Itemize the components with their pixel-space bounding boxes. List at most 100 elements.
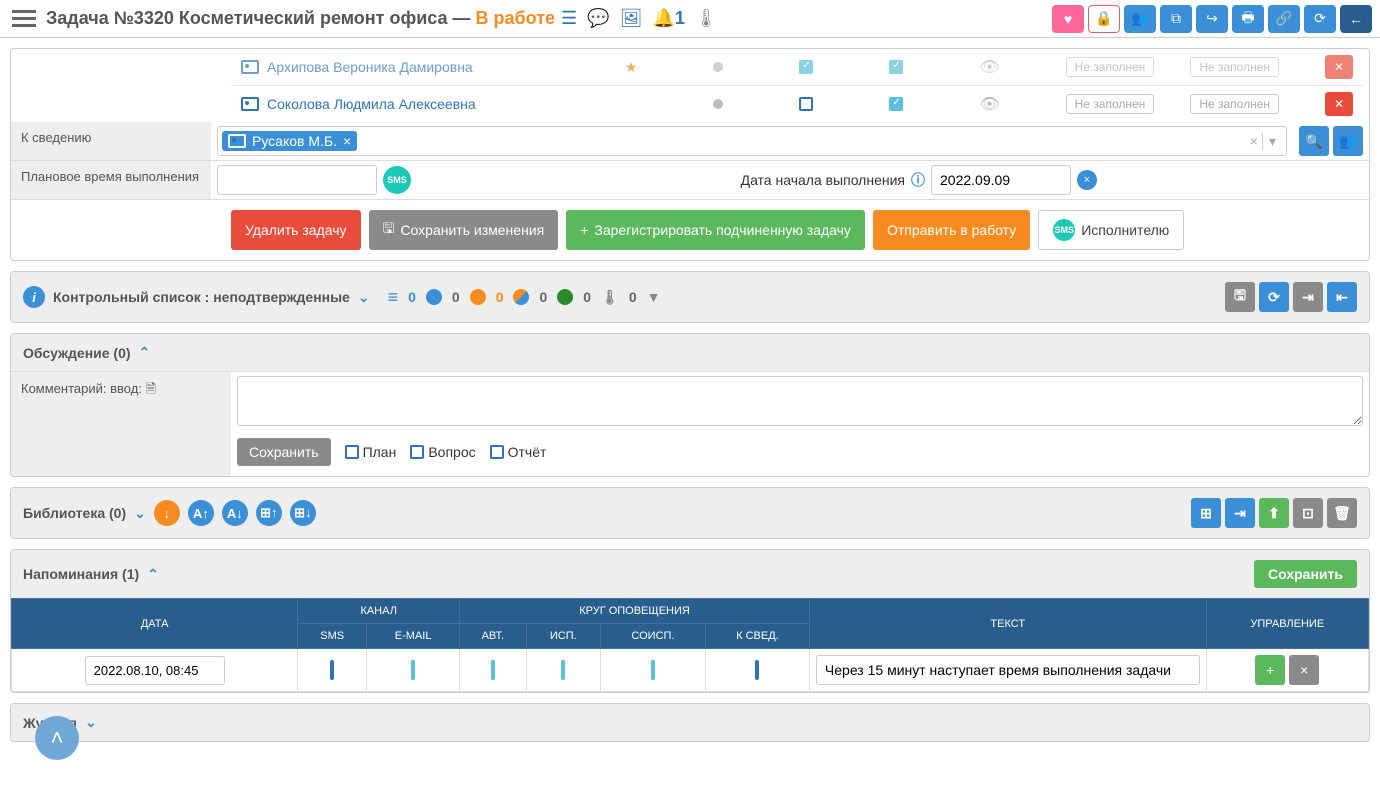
checkbox[interactable] [889,97,903,111]
lib-icon-grid[interactable]: ⊞↑ [256,500,282,526]
question-checkbox[interactable]: Вопрос [410,444,475,460]
trash-button[interactable]: 🗑 [1327,498,1357,528]
plan-time-input[interactable] [217,165,377,195]
plan-checkbox[interactable]: План [345,444,397,460]
register-subtask-label: Зарегистрировать подчиненную задачу [594,222,851,238]
report-checkbox[interactable]: Отчёт [490,444,547,460]
chevron-up-icon[interactable]: ⌃ [139,344,151,361]
chip-remove-icon[interactable]: × [343,133,351,149]
th-circle: КРУГ ОПОВЕЩЕНИЯ [460,599,810,624]
person-row: Архипова Вероника Дамировна ★ 👁 Не запол… [231,49,1363,85]
chevron-down-icon[interactable]: ⌄ [134,505,146,522]
delete-task-button[interactable]: Удалить задачу [231,210,361,250]
library-header: Библиотека (0) ⌄ ↓ A↑ A↓ ⊞↑ ⊞↓ ⊞ ⇥ ⬆ ⊡ 🗑 [11,488,1369,538]
thermometer-icon[interactable]: 🌡 [695,8,718,29]
chevron-down-icon[interactable]: ⌄ [85,714,97,731]
page-title: Задача №3320 Косметический ремонт офиса … [46,8,555,29]
sms-icon[interactable]: SMS [383,166,411,194]
lock-button[interactable]: 🔒 [1088,5,1120,33]
checkbox[interactable] [799,60,813,74]
import-checklist-button[interactable]: ⇤ [1327,282,1357,312]
info-icon[interactable]: i [23,286,45,308]
fyi-label: К сведению [11,122,211,160]
register-subtask-button[interactable]: + Зарегистрировать подчиненную задачу [566,210,865,250]
start-date-label: Дата начала выполнения [741,172,905,188]
reminder-datetime-input[interactable] [85,656,225,685]
discussion-header: Обсуждение (0) ⌃ [11,334,1369,371]
save-checklist-button[interactable]: 🖫 [1225,282,1255,312]
reminder-text-input[interactable] [816,655,1200,685]
back-button[interactable]: ← [1340,5,1372,33]
lib-icon-a2[interactable]: A↓ [222,500,248,526]
reminders-panel: Напоминания (1) ⌃ Сохранить ДАТА КАНАЛ К… [10,549,1370,693]
lib-icon-a[interactable]: A↑ [188,500,214,526]
print-button[interactable]: 🖶 [1232,5,1264,33]
bell-icon[interactable]: 🔔1 [652,8,684,29]
journal-header: Журнал ⌄ [11,704,1369,741]
lib-icon-grid2[interactable]: ⊞↓ [290,500,316,526]
save-comment-button[interactable]: Сохранить [237,438,331,466]
clear-date-button[interactable]: × [1077,170,1097,190]
checklist-header: i Контрольный список : неподтвержденные … [11,272,1369,322]
task-fields-panel: Архипова Вероника Дамировна ★ 👁 Не запол… [10,48,1370,261]
start-date-input[interactable] [931,165,1071,195]
th-soisp: СОИСП. [601,624,706,649]
bell-count: 1 [675,8,685,28]
dropdown-icon[interactable]: ▾ [1262,133,1282,150]
favorite-button[interactable]: ♥ [1052,5,1084,33]
forward-button[interactable]: ↪ [1196,5,1228,33]
header-icons: ☰ 💬 🖼 🔔1 🌡 [561,8,718,29]
remove-reminder-button[interactable]: × [1289,655,1319,685]
chevron-up-icon[interactable]: ⌃ [147,566,159,583]
sms-checkbox[interactable] [330,660,334,680]
title-text: Задача №3320 Косметический ремонт офиса … [46,8,476,28]
upload-button[interactable]: ⬆ [1259,498,1289,528]
chat-icon[interactable]: 💬 [587,8,609,29]
person-name: Соколова Людмила Алексеевна [267,96,627,112]
reminders-table: ДАТА КАНАЛ КРУГ ОПОВЕЩЕНИЯ ТЕКСТ УПРАВЛЕ… [11,598,1369,692]
soisp-checkbox[interactable] [651,660,655,680]
download-icon[interactable]: ↓ [154,500,180,526]
copy-button[interactable]: ⧉ [1160,5,1192,33]
fyi-input[interactable]: Русаков М.Б. × × ▾ [217,126,1287,156]
chevron-down-icon[interactable]: ⌄ [358,289,370,306]
ksved-checkbox[interactable] [755,660,759,680]
add-reminder-button[interactable]: + [1255,655,1285,685]
compress-button[interactable]: ⊡ [1293,498,1323,528]
checkbox[interactable] [889,60,903,74]
comment-input[interactable] [237,376,1363,426]
add-group-button[interactable]: 👥 [1333,126,1363,156]
not-filled-pill: Не заполнен [1190,94,1279,114]
stat-count: 0 [539,289,547,305]
menu-icon[interactable] [8,6,40,31]
refresh-button[interactable]: ⟳ [1304,5,1336,33]
export-checklist-button[interactable]: ⇥ [1293,282,1323,312]
to-executor-button[interactable]: SMSИсполнителю [1038,210,1184,250]
scroll-to-top-button[interactable]: ˄ [35,716,79,760]
save-reminders-button[interactable]: Сохранить [1254,560,1357,588]
not-filled-pill: Не заполнен [1190,57,1279,77]
list-icon[interactable]: ☰ [561,8,577,29]
checkbox[interactable] [799,97,813,111]
grid-view-button[interactable]: ⊞ [1191,498,1221,528]
clear-icon[interactable]: × [1250,133,1258,149]
image-icon[interactable]: 🖼 [620,8,643,29]
filter-icon[interactable]: ▼ [647,289,661,305]
not-filled-pill: Не заполнен [1066,57,1155,77]
delete-person-button[interactable]: ✕ [1325,55,1353,79]
isp-checkbox[interactable] [561,660,565,680]
save-changes-button[interactable]: 🖫 Сохранить изменения [369,210,559,250]
info-icon[interactable]: ⓘ [911,170,925,190]
search-user-button[interactable]: 🔍 [1299,126,1329,156]
users-button[interactable]: 👥 [1124,5,1156,33]
eye-off-icon: 👁 [979,57,999,77]
avt-checkbox[interactable] [491,660,495,680]
email-checkbox[interactable] [411,660,415,680]
fyi-chip[interactable]: Русаков М.Б. × [222,131,357,151]
link-button[interactable]: 🔗 [1268,5,1300,33]
checklist-stats: ≡0 0 0 0 0 🌡0 ▼ [388,287,661,308]
export-button[interactable]: ⇥ [1225,498,1255,528]
send-to-work-button[interactable]: Отправить в работу [873,210,1030,250]
refresh-checklist-button[interactable]: ⟳ [1259,282,1289,312]
delete-person-button[interactable]: ✕ [1325,92,1353,116]
